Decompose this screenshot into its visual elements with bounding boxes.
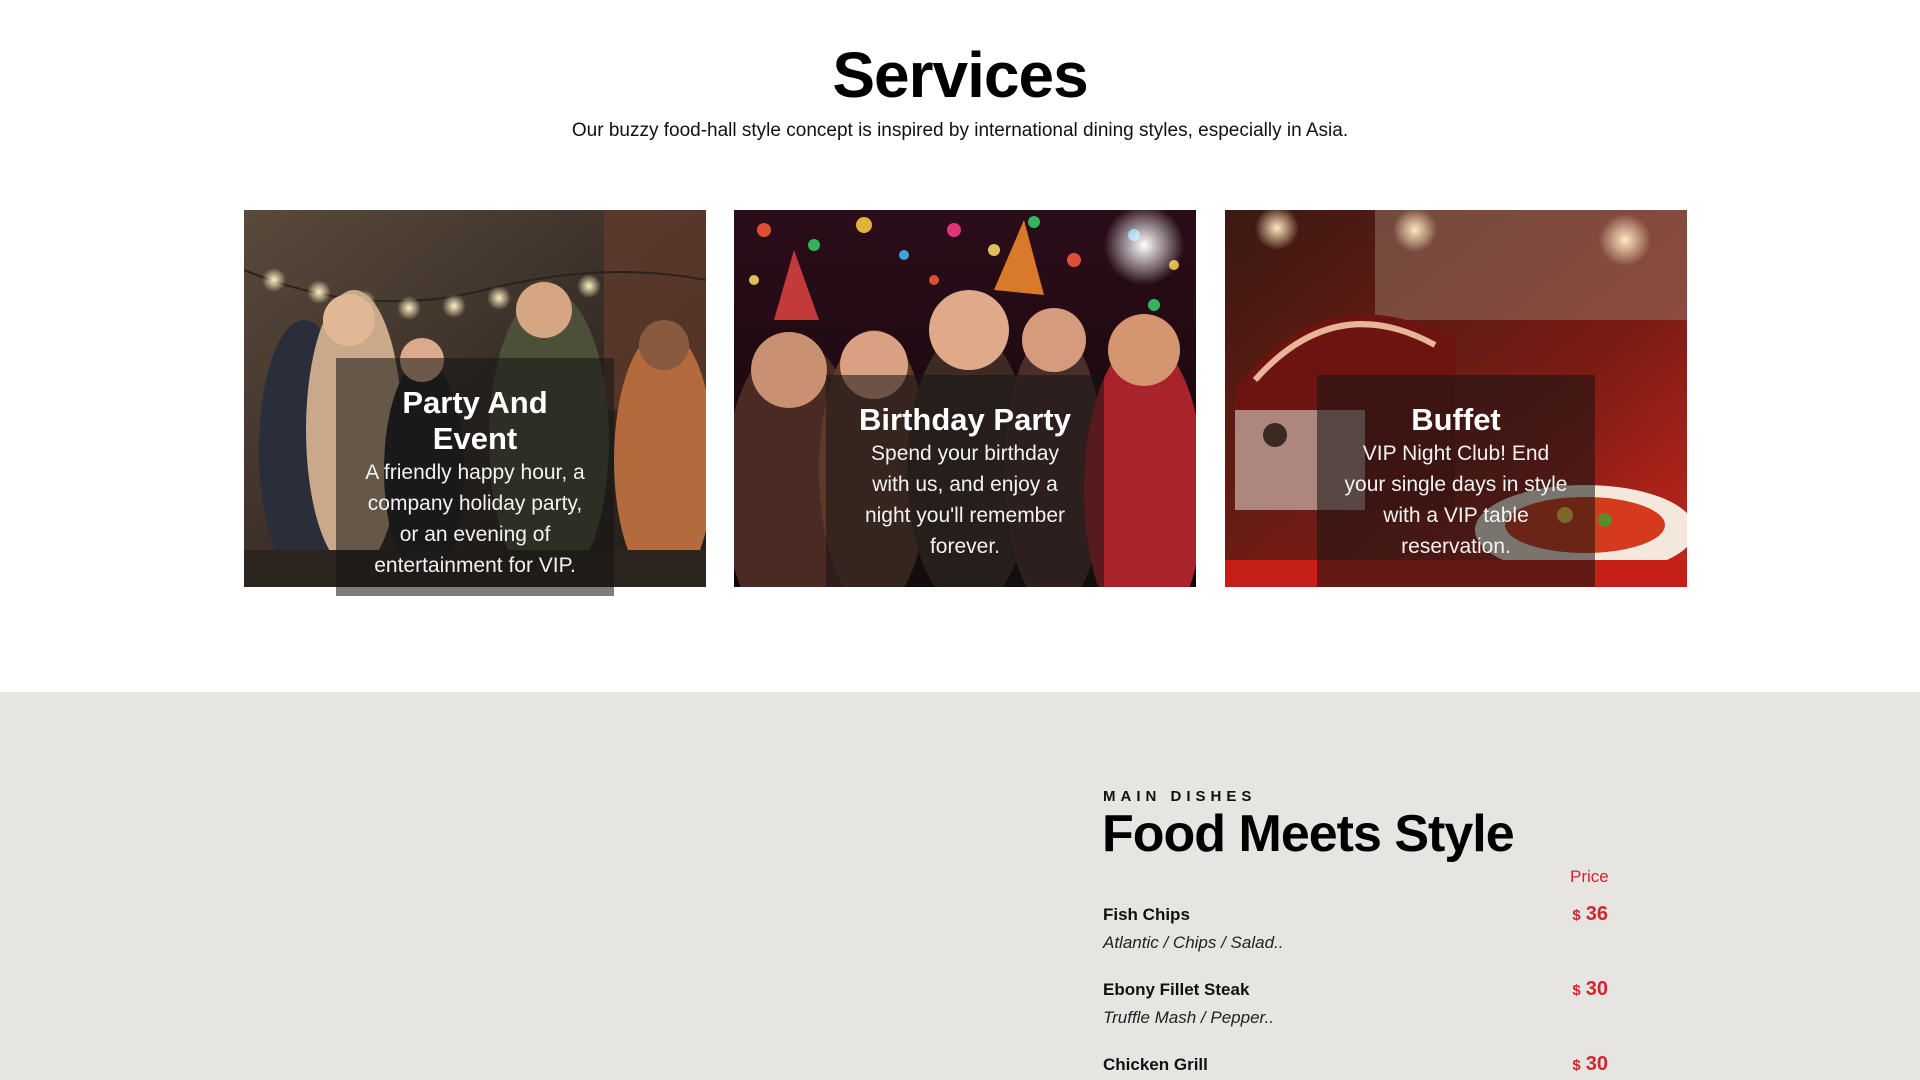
dish-description: Atlantic / Chips / Salad.. bbox=[1103, 933, 1284, 952]
card-description: Spend your birthday with us, and enjoy a… bbox=[864, 442, 1066, 558]
dish-price: $30 bbox=[1572, 1053, 1608, 1075]
services-subtitle: Our buzzy food-hall style concept is ins… bbox=[571, 120, 1349, 141]
currency-symbol: $ bbox=[1572, 907, 1581, 924]
dish-name: Chicken Grill bbox=[1103, 1055, 1208, 1074]
dish-price: $30 bbox=[1572, 978, 1608, 1000]
card-description: VIP Night Club! End your single days in … bbox=[1344, 442, 1568, 558]
menu-section: MAIN DISHES Food Meets Style Price Fish … bbox=[0, 692, 1920, 1080]
price-column-header: Price bbox=[1570, 867, 1609, 886]
menu-kicker: MAIN DISHES bbox=[1103, 788, 1257, 805]
card-text-block: Birthday Party Spend your birthday with … bbox=[734, 402, 1196, 562]
currency-symbol: $ bbox=[1572, 982, 1581, 999]
service-card-birthday-party[interactable]: Birthday Party Spend your birthday with … bbox=[734, 210, 1196, 587]
menu-item: Fish Chips Atlantic / Chips / Salad.. $3… bbox=[1103, 903, 1608, 953]
card-text-block: Buffet VIP Night Club! End your single d… bbox=[1225, 402, 1687, 562]
currency-symbol: $ bbox=[1572, 1057, 1581, 1074]
card-title: Party And Event bbox=[402, 385, 548, 456]
card-description: A friendly happy hour, a company holiday… bbox=[365, 461, 585, 577]
card-title: Birthday Party bbox=[859, 402, 1071, 437]
dish-price: $36 bbox=[1572, 903, 1608, 925]
dish-description: Truffle Mash / Pepper.. bbox=[1103, 1008, 1275, 1027]
card-title: Buffet bbox=[1411, 402, 1501, 437]
dish-name: Ebony Fillet Steak bbox=[1103, 980, 1250, 999]
services-title: Services bbox=[832, 39, 1088, 111]
dish-name: Fish Chips bbox=[1103, 905, 1190, 924]
service-card-party-and-event[interactable]: Party And Event A friendly happy hour, a… bbox=[244, 210, 706, 596]
service-card-buffet[interactable]: Buffet VIP Night Club! End your single d… bbox=[1225, 210, 1687, 587]
menu-title: Food Meets Style bbox=[1102, 805, 1515, 863]
services-section: Services Our buzzy food-hall style conce… bbox=[0, 0, 1920, 692]
card-text-block: Party And Event A friendly happy hour, a… bbox=[244, 385, 706, 581]
menu-item: Chicken Grill $30 bbox=[1103, 1053, 1608, 1080]
menu-item: Ebony Fillet Steak Truffle Mash / Pepper… bbox=[1103, 978, 1608, 1028]
